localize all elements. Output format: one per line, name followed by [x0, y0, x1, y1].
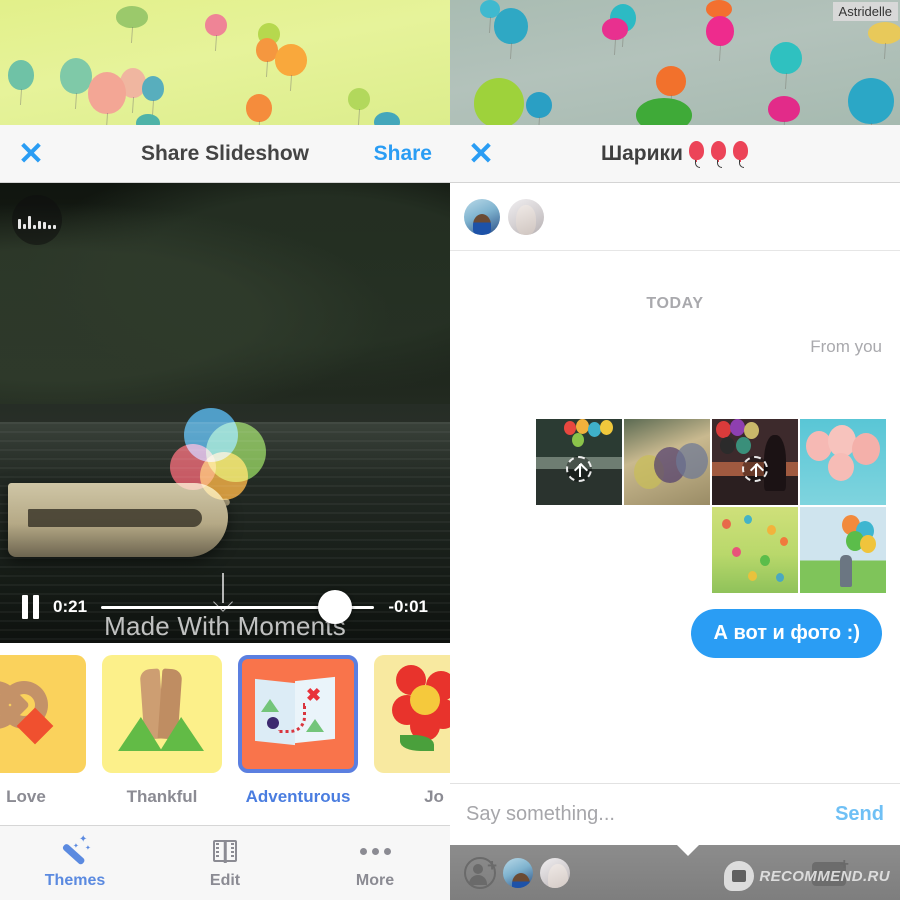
progress-slider[interactable] [101, 590, 375, 624]
upload-progress-icon [742, 455, 768, 482]
theme-tile-joyful[interactable] [374, 655, 450, 773]
top-balloon-photo-left [0, 0, 450, 125]
audio-levels-icon[interactable] [12, 195, 62, 245]
recommend-watermark-text: RECOMMEND.RU [759, 867, 890, 885]
photo-grid-row [534, 419, 886, 505]
message-composer[interactable]: Say something... Send [450, 783, 900, 845]
heart-hands-icon [0, 655, 86, 773]
tab-label: Themes [44, 872, 106, 889]
theme-label: Thankful [126, 787, 198, 806]
theme-item-joyful[interactable]: Jo [374, 655, 450, 807]
video-background-trees [0, 183, 450, 404]
recommend-watermark: RECOMMEND.RU [724, 861, 890, 891]
close-icon[interactable]: ✕ [18, 138, 44, 169]
message-input[interactable]: Say something... [466, 803, 835, 826]
tab-label: More [355, 872, 395, 889]
recommend-logo-icon [724, 861, 755, 891]
film-strip-icon [150, 836, 300, 866]
theme-item-thankful[interactable]: Thankful [102, 655, 222, 807]
photo-thumb-girl-with-balloons-sunset[interactable] [712, 419, 798, 505]
photo-thumb-balloons-held-up[interactable] [624, 419, 710, 505]
theme-tile-love[interactable] [0, 655, 86, 773]
remaining-time: -0:01 [388, 597, 428, 616]
left-navbar: ✕ Share Slideshow Share [0, 125, 450, 183]
praying-hands-icon [102, 655, 222, 773]
moments-balloons-logo [170, 408, 280, 508]
photo-grid-row [534, 507, 886, 593]
participant-avatar-2[interactable] [508, 198, 544, 235]
left-pane-share-slideshow: ✕ Share Slideshow Share Made With Moment… [0, 0, 450, 900]
day-separator: TODAY [646, 295, 704, 312]
right-pane-chat: Astridelle ✕ Шарики TODAY From you А вот… [450, 0, 900, 900]
tab-label: Edit [209, 872, 241, 889]
footer-avatar-1[interactable] [503, 857, 533, 888]
photo-grid [534, 419, 886, 595]
close-icon[interactable]: ✕ [468, 138, 494, 169]
theme-label: Love [6, 787, 46, 806]
photo-thumb-child-with-balloons[interactable] [800, 507, 886, 593]
tab-themes[interactable]: ✦ ✦ ✦ Themes [0, 835, 150, 890]
balloon-emoji [732, 139, 749, 169]
progress-knob[interactable] [318, 590, 353, 624]
flower-icon [374, 655, 450, 773]
theme-label: Jo [424, 787, 444, 806]
participant-avatar-1[interactable] [464, 198, 500, 235]
magic-wand-icon: ✦ ✦ ✦ [0, 835, 150, 866]
bottom-tabbar: ✦ ✦ ✦ Themes Edit More [0, 825, 450, 900]
sender-label: From you [810, 337, 882, 356]
treasure-map-icon: ✖ [242, 659, 354, 769]
elapsed-time: 0:21 [53, 597, 88, 616]
photo-thumb-balloons-over-boat[interactable] [536, 419, 622, 505]
theme-item-adventurous[interactable]: ✖ Adventurous [238, 655, 358, 807]
theme-label: Adventurous [245, 787, 351, 806]
theme-selector: Love Thankful ✖ Adventurous Jo [0, 643, 450, 828]
upload-progress-icon [566, 455, 592, 482]
video-preview[interactable]: Made With Moments 0:21 -0:01 [0, 183, 450, 643]
balloon-emoji [710, 139, 727, 169]
top-balloon-photo-right: Astridelle [450, 0, 900, 125]
photo-thumb-confetti-balloons[interactable] [712, 507, 798, 593]
footer-avatar-2[interactable] [540, 857, 570, 888]
theme-tile-thankful[interactable] [102, 655, 222, 773]
video-controls: 0:21 -0:01 [0, 571, 450, 643]
chat-message-bubble[interactable]: А вот и фото :) [691, 609, 882, 658]
share-button[interactable]: Share [374, 142, 432, 166]
chat-thread: TODAY From you А вот и фото:) [450, 251, 900, 779]
participants-row [450, 183, 900, 251]
add-person-icon[interactable]: + [464, 856, 497, 889]
composer-pointer-arrow [675, 843, 701, 856]
tab-edit[interactable]: Edit [150, 836, 300, 890]
theme-item-love[interactable]: Love [0, 655, 86, 807]
ellipsis-icon [300, 836, 450, 866]
right-navbar: ✕ Шарики [450, 125, 900, 183]
chat-title-row: Шарики [450, 139, 900, 169]
pause-icon[interactable] [22, 595, 39, 619]
chat-title: Шарики [601, 141, 683, 165]
balloon-emoji [688, 139, 705, 169]
chat-message-row: А вот и фото :) [691, 609, 882, 658]
send-button[interactable]: Send [835, 803, 884, 826]
photo-thumb-pink-balloons-sky[interactable] [800, 419, 886, 505]
screenshot-root: ✕ Share Slideshow Share Made With Moment… [0, 0, 900, 900]
tab-more[interactable]: More [300, 836, 450, 890]
theme-tile-adventurous[interactable]: ✖ [238, 655, 358, 773]
corner-watermark-label: Astridelle [832, 2, 898, 21]
